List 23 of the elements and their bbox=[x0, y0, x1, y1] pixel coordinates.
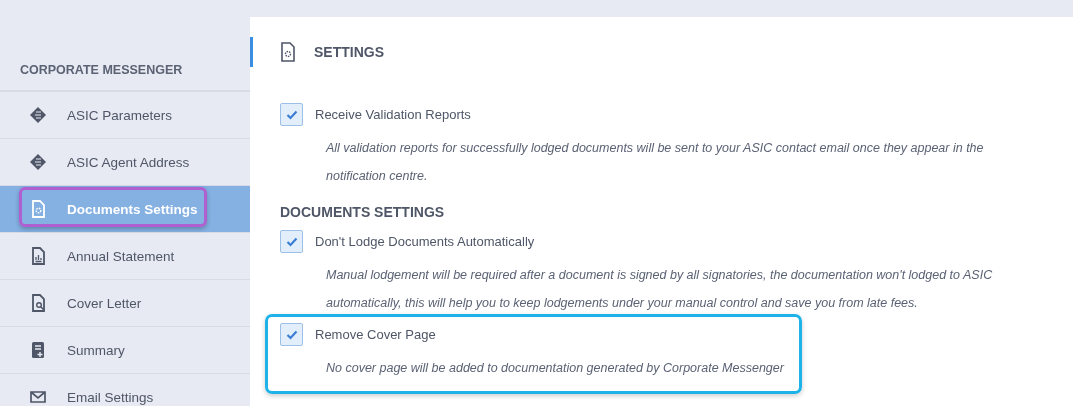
option-description: No cover page will be added to documentation generated by Corporate Messenger bbox=[326, 360, 786, 377]
section-heading: DOCUMENTS SETTINGS bbox=[280, 204, 446, 220]
envelope-icon bbox=[29, 388, 47, 406]
document-gear-icon bbox=[280, 42, 296, 62]
document-chart-icon bbox=[29, 247, 47, 265]
checkbox[interactable] bbox=[280, 103, 303, 126]
page-title: SETTINGS bbox=[314, 44, 384, 60]
option-description: Manual lodgement will be required after a document is signed by all signatories, the documentation won't lodged to ASIC automatically, this will help you to keep lodgements under your manual control and save you from late fees. bbox=[326, 267, 994, 312]
checkbox[interactable] bbox=[280, 323, 303, 346]
sidebar-item[interactable]: Summary bbox=[0, 327, 250, 374]
option-label: Receive Validation Reports bbox=[315, 107, 471, 122]
document-gear-icon bbox=[29, 200, 47, 218]
option-label: Remove Cover Page bbox=[315, 327, 436, 342]
option-label: Don't Lodge Documents Automatically bbox=[315, 234, 535, 249]
checkmark-icon bbox=[285, 329, 298, 340]
diamond-icon bbox=[29, 106, 47, 124]
checkmark-icon bbox=[285, 236, 298, 247]
checkbox[interactable] bbox=[280, 230, 303, 253]
diamond-icon bbox=[29, 153, 47, 171]
checkmark-icon bbox=[285, 109, 298, 120]
option-description: All validation reports for successfully lodged documents will be sent to your ASIC contact email once they appear in the notification centre. bbox=[326, 140, 985, 185]
document-search-icon bbox=[29, 294, 47, 312]
document-plus-icon bbox=[29, 341, 47, 359]
